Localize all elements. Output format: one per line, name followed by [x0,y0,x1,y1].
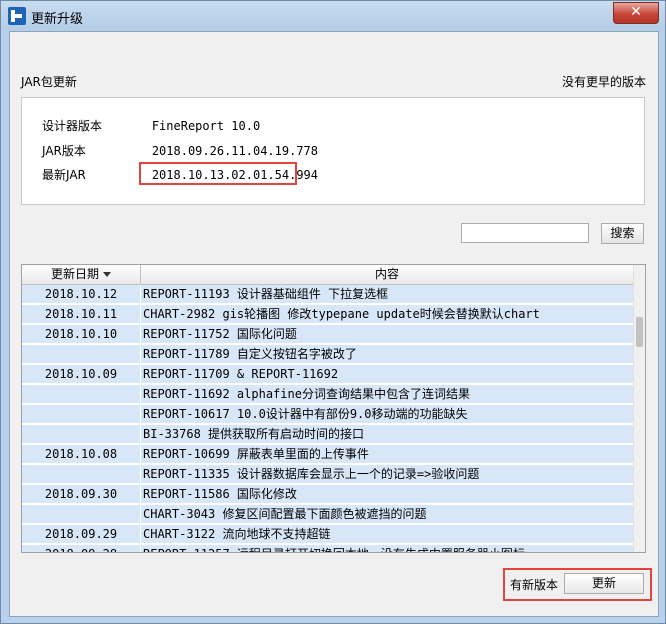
table-row[interactable]: 2018.10.12 REPORT-11193 设计器基础组件 下拉复选框 [22,285,633,305]
no-earlier-version-link[interactable]: 没有更早的版本 [562,73,646,90]
row-date: 2018.10.10 [22,325,140,343]
dialog-content: JAR包更新 没有更早的版本 设计器版本 FineReport 10.0 JAR… [9,31,659,617]
row-date [22,465,140,483]
row-content: REPORT-11257 远程目录打开切换回本地，没有生成内置服务器小图标 [141,545,633,552]
search-input[interactable] [461,223,589,243]
column-date-label: 更新日期 [50,267,99,281]
column-header-content[interactable]: 内容 [141,265,633,284]
row-content: REPORT-10699 屏蔽表单里面的上传事件 [141,445,633,463]
row-date: 2018.09.29 [22,525,140,543]
table-row[interactable]: 2018.09.29 CHART-3122 流向地球不支持超链 [22,525,633,545]
table-row[interactable]: 2018.10.10 REPORT-11752 国际化问题 [22,325,633,345]
table-body: 2018.10.12 REPORT-11193 设计器基础组件 下拉复选框 20… [22,285,633,552]
designer-version-row: 设计器版本 FineReport 10.0 [42,117,260,135]
row-content: CHART-3043 修复区间配置最下面颜色被遮挡的问题 [141,505,633,523]
jar-update-label: JAR包更新 [21,75,77,89]
table-row[interactable]: REPORT-11789 自定义按钮名字被改了 [22,345,633,365]
scrollbar-thumb[interactable] [636,317,643,347]
row-content: REPORT-11586 国际化修改 [141,485,633,503]
row-content: REPORT-11193 设计器基础组件 下拉复选框 [141,285,633,303]
table-row[interactable]: REPORT-11692 alphafine分词查询结果中包含了连词结果 [22,385,633,405]
sort-down-icon [103,272,111,277]
row-date [22,505,140,523]
row-content: REPORT-11692 alphafine分词查询结果中包含了连词结果 [141,385,633,403]
table-row[interactable]: 2018.09.28 REPORT-11257 远程目录打开切换回本地，没有生成… [22,545,633,552]
designer-version-label: 设计器版本 [42,119,103,133]
table-row[interactable]: 2018.10.11 CHART-2982 gis轮播图 修改typepane … [22,305,633,325]
window-title: 更新升级 [31,12,84,27]
search-button[interactable]: 搜索 [601,223,644,244]
app-logo-icon [8,7,26,25]
row-content: CHART-2982 gis轮播图 修改typepane update时候会替换… [141,305,633,323]
column-header-date[interactable]: 更新日期 [22,265,141,284]
update-log-table: 更新日期 内容 2018.10.12 REPORT-11193 设计器基础组件 … [21,264,646,553]
jar-version-label: JAR版本 [42,144,86,158]
row-date: 2018.10.09 [22,365,140,383]
row-content: BI-33768 提供获取所有启动时间的接口 [141,425,633,443]
close-button[interactable]: ✕ [613,2,659,24]
row-date [22,405,140,423]
row-content: REPORT-10617 10.0设计器中有部份9.0移动端的功能缺失 [141,405,633,423]
row-content: REPORT-11752 国际化问题 [141,325,633,343]
row-content: REPORT-11789 自定义按钮名字被改了 [141,345,633,363]
jar-version-value: 2018.09.26.11.04.19.778 [151,144,318,158]
designer-version-value: FineReport 10.0 [151,119,261,133]
table-row[interactable]: BI-33768 提供获取所有启动时间的接口 [22,425,633,445]
table-row[interactable]: REPORT-10617 10.0设计器中有部份9.0移动端的功能缺失 [22,405,633,425]
row-date [22,425,140,443]
table-row[interactable]: CHART-3043 修复区间配置最下面颜色被遮挡的问题 [22,505,633,525]
row-date [22,385,140,403]
table-row[interactable]: 2018.09.30 REPORT-11586 国际化修改 [22,485,633,505]
table-row[interactable]: 2018.10.08 REPORT-10699 屏蔽表单里面的上传事件 [22,445,633,465]
title-bar[interactable]: 更新升级 ✕ [1,1,665,31]
table-row[interactable]: REPORT-11335 设计器数据库会显示上一个的记录=>验收问题 [22,465,633,485]
row-date: 2018.09.28 [22,545,140,552]
row-date: 2018.10.12 [22,285,140,303]
new-version-label: 有新版本 [510,578,559,592]
table-row[interactable]: 2018.10.09 REPORT-11709 & REPORT-11692 [22,365,633,385]
row-content: REPORT-11335 设计器数据库会显示上一个的记录=>验收问题 [141,465,633,483]
table-header: 更新日期 内容 [22,265,633,285]
latest-jar-label: 最新JAR [42,168,86,182]
row-date: 2018.10.11 [22,305,140,323]
row-date: 2018.10.08 [22,445,140,463]
latest-jar-highlight [139,162,297,185]
row-content: CHART-3122 流向地球不支持超链 [141,525,633,543]
row-date [22,345,140,363]
version-info-panel: 设计器版本 FineReport 10.0 JAR版本 2018.09.26.1… [21,97,645,205]
update-button[interactable]: 更新 [564,573,644,594]
table-scrollbar[interactable] [633,265,645,552]
update-dialog: 更新升级 ✕ JAR包更新 没有更早的版本 设计器版本 FineReport 1… [0,0,666,624]
row-content: REPORT-11709 & REPORT-11692 [141,365,633,383]
row-date: 2018.09.30 [22,485,140,503]
jar-version-row: JAR版本 2018.09.26.11.04.19.778 [42,142,318,160]
